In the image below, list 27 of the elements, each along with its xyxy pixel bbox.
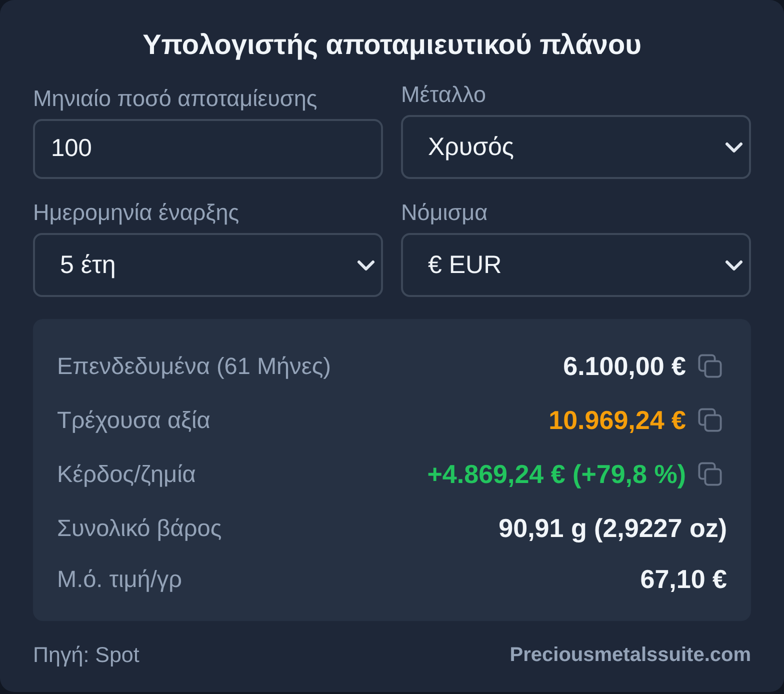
chevron-down-icon — [725, 142, 743, 152]
chevron-down-icon — [357, 260, 375, 270]
result-value: 90,91 g (2,9227 oz) — [498, 512, 727, 544]
copy-icon[interactable] — [698, 462, 722, 486]
dropdown-select[interactable]: Χρυσός — [401, 115, 751, 179]
result-value: 6.100,00 € — [563, 350, 686, 382]
result-value: +4.869,24 € (+79,8 %) — [427, 458, 686, 490]
dropdown-select[interactable]: 5 έτη — [33, 233, 383, 297]
brand-link[interactable]: Preciousmetalssuite.com — [510, 644, 751, 666]
source-label: Πηγή: Spot — [33, 642, 140, 668]
result-label: Συνολικό βάρος — [57, 514, 222, 542]
result-label: Επενδεδυμένα (61 Μήνες) — [57, 352, 332, 380]
result-value: 10.969,24 € — [548, 404, 686, 436]
field-label: Μέταλλο — [401, 81, 486, 109]
result-value: 67,10 € — [640, 564, 727, 594]
result-label: Μ.ό. τιμή/γρ — [57, 566, 182, 592]
field-label: Νόμισμα — [401, 199, 488, 227]
copy-icon[interactable] — [698, 354, 722, 378]
field-label: Ημερομηνία έναρξης — [33, 199, 240, 227]
amount-input-field[interactable]: 100 — [33, 119, 383, 179]
result-label: Τρέχουσα αξία — [57, 406, 210, 434]
field-label: Μηνιαίο ποσό αποταμίευσης — [33, 85, 318, 113]
result-label: Κέρδος/ζημία — [57, 460, 196, 488]
dropdown-select[interactable]: € EUR — [401, 233, 751, 297]
copy-icon[interactable] — [698, 408, 722, 432]
calculator-title: Υπολογιστής αποταμιευτικού πλάνου — [142, 28, 642, 62]
chevron-down-icon — [725, 260, 743, 270]
